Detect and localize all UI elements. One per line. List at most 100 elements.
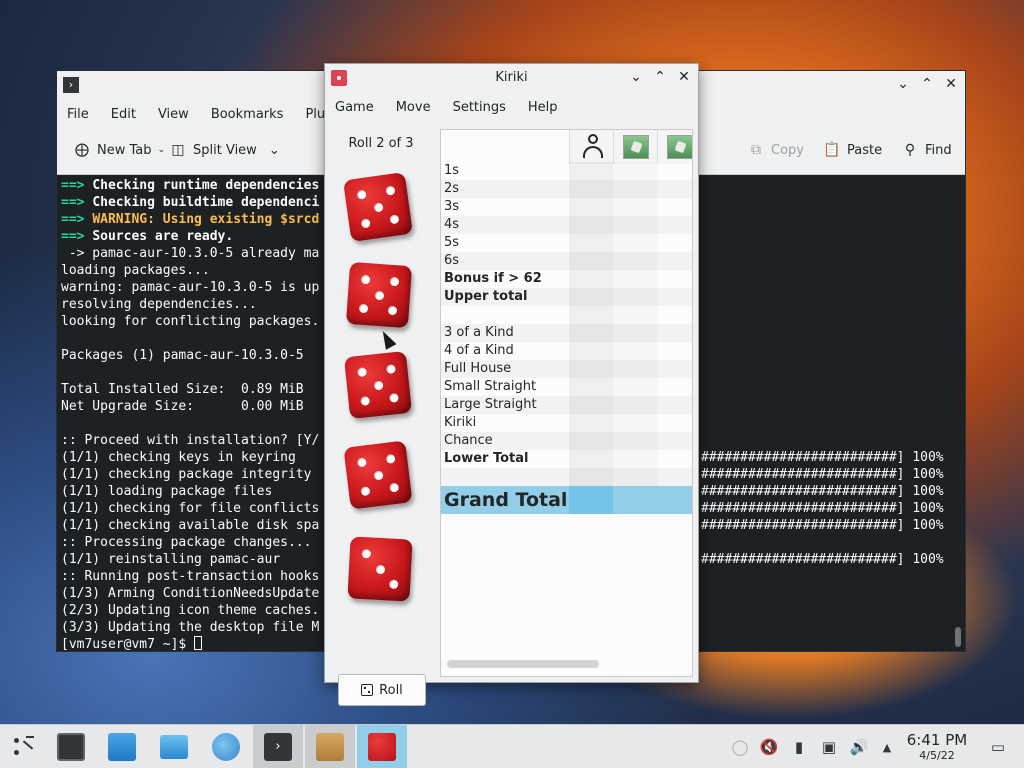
score-row[interactable]: 3 of a Kind <box>441 324 692 342</box>
player-score-cell[interactable] <box>569 468 613 486</box>
app-launcher-button[interactable] <box>0 725 50 768</box>
die-pip <box>360 485 371 496</box>
score-row[interactable]: 6s <box>441 252 692 270</box>
grand-total-row: Grand Total <box>441 486 692 514</box>
score-row[interactable]: 5s <box>441 234 692 252</box>
taskbar-web-browser[interactable] <box>201 725 251 768</box>
player-score-cell[interactable] <box>569 180 613 198</box>
score-row[interactable]: 3s <box>441 198 692 216</box>
taskbar-konsole[interactable]: › <box>253 725 303 768</box>
search-icon: ⚲ <box>904 142 916 158</box>
paste-button[interactable]: 📋 Paste <box>823 141 882 159</box>
minimize-icon[interactable]: ⌄ <box>628 68 644 86</box>
terminal-scrollbar[interactable] <box>955 627 961 647</box>
player-column-header[interactable] <box>569 130 613 164</box>
horizontal-scrollbar[interactable] <box>447 660 599 668</box>
close-icon[interactable]: ✕ <box>943 75 959 93</box>
computer-column-header-1[interactable] <box>613 130 657 164</box>
kiriki-titlebar[interactable]: Kiriki ⌄ ⌃ ✕ <box>325 64 698 92</box>
score-row[interactable]: 1s <box>441 162 692 180</box>
show-desktop-icon[interactable]: ▭ <box>984 725 1012 768</box>
die-pip <box>358 303 369 314</box>
score-row[interactable]: 2s <box>441 180 692 198</box>
score-row[interactable]: Lower Total <box>441 450 692 468</box>
chevron-down-icon[interactable]: ⌄ <box>269 143 280 158</box>
player-score-cell[interactable] <box>569 432 613 450</box>
score-row[interactable] <box>441 306 692 324</box>
kiriki-menubar: Game Move Settings Help <box>325 92 698 122</box>
minimize-icon[interactable]: ⌄ <box>895 75 911 93</box>
menu-view[interactable]: View <box>158 107 189 122</box>
volume-icon[interactable]: 🔊 <box>845 725 873 768</box>
score-row[interactable]: Small Straight <box>441 378 692 396</box>
player-score-cell[interactable] <box>569 288 613 306</box>
player-score-cell[interactable] <box>569 378 613 396</box>
taskbar-system-settings[interactable] <box>46 725 96 768</box>
player-score-cell[interactable] <box>569 414 613 432</box>
computer-score-cell <box>613 414 657 432</box>
die-4[interactable] <box>343 440 413 510</box>
player-score-cell[interactable] <box>569 252 613 270</box>
maximize-icon[interactable]: ⌃ <box>919 75 935 93</box>
menu-bookmarks[interactable]: Bookmarks <box>211 107 284 122</box>
taskbar-kiriki[interactable] <box>357 725 407 768</box>
player-score-cell[interactable] <box>569 234 613 252</box>
player-score-cell[interactable] <box>569 324 613 342</box>
terminal-text: Checking buildtime dependenci <box>92 195 320 210</box>
score-row[interactable]: Chance <box>441 432 692 450</box>
score-row[interactable]: Upper total <box>441 288 692 306</box>
player-score-cell[interactable] <box>569 396 613 414</box>
menu-edit[interactable]: Edit <box>111 107 136 122</box>
score-row[interactable]: Full House <box>441 360 692 378</box>
die-1[interactable] <box>342 171 414 243</box>
computer-score-cell <box>613 324 657 342</box>
die-2[interactable] <box>345 261 413 329</box>
volume-muted-icon[interactable]: 🔇 <box>755 725 783 768</box>
player-score-cell[interactable] <box>569 198 613 216</box>
score-row[interactable]: 4 of a Kind <box>441 342 692 360</box>
user-icon[interactable]: ◯ <box>726 725 754 768</box>
taskbar-file-manager[interactable] <box>149 725 199 768</box>
player-score-cell[interactable] <box>569 450 613 468</box>
score-row[interactable] <box>441 468 692 486</box>
taskbar-discover[interactable] <box>97 725 147 768</box>
player-score-cell[interactable] <box>569 162 613 180</box>
menu-help[interactable]: Help <box>528 100 558 115</box>
score-row-label: Large Straight <box>444 397 537 412</box>
player-score-cell[interactable] <box>569 270 613 288</box>
close-icon[interactable]: ✕ <box>676 68 692 86</box>
copy-button[interactable]: ⧉ Copy <box>747 141 804 159</box>
tray-expand-icon[interactable]: ▲ <box>873 725 901 768</box>
score-row[interactable]: Bonus if > 62 <box>441 270 692 288</box>
die-3[interactable] <box>343 350 413 420</box>
die-pip <box>387 305 398 316</box>
computer-column-header-2[interactable] <box>657 130 692 164</box>
score-row[interactable]: 4s <box>441 216 692 234</box>
score-row[interactable]: Kiriki <box>441 414 692 432</box>
chevron-down-icon: ⌄ <box>157 145 166 155</box>
find-button[interactable]: ⚲ Find <box>901 141 952 159</box>
split-view-button[interactable]: ◫ Split View ⌄ <box>169 141 280 159</box>
menu-game[interactable]: Game <box>335 100 374 115</box>
usb-device-icon[interactable]: ▮ <box>785 725 813 768</box>
maximize-icon[interactable]: ⌃ <box>652 68 668 86</box>
new-tab-button[interactable]: ⨁ New Tab ⌄ <box>73 141 165 159</box>
die-pip <box>373 380 383 390</box>
progress-bar-text: #########################] 100% <box>701 552 944 567</box>
score-row[interactable]: Large Straight <box>441 396 692 414</box>
player-score-cell[interactable] <box>569 216 613 234</box>
taskbar-package-installer[interactable] <box>305 725 355 768</box>
clock[interactable]: 6:41 PM 4/5/22 <box>902 731 972 763</box>
die-5[interactable] <box>347 536 413 602</box>
player-score-cell[interactable] <box>569 306 613 324</box>
terminal-line: ==> Checking runtime dependencies <box>61 177 319 194</box>
menu-move[interactable]: Move <box>396 100 431 115</box>
network-icon[interactable]: ▣ <box>815 725 843 768</box>
roll-button[interactable]: Roll <box>338 674 426 706</box>
player-score-cell[interactable] <box>569 342 613 360</box>
terminal-prompt[interactable]: [vm7user@vm7 ~]$ <box>61 636 203 653</box>
menu-settings[interactable]: Settings <box>453 100 506 115</box>
terminal-text: (1/1) loading package files <box>61 484 273 499</box>
menu-file[interactable]: File <box>67 107 89 122</box>
player-score-cell[interactable] <box>569 360 613 378</box>
